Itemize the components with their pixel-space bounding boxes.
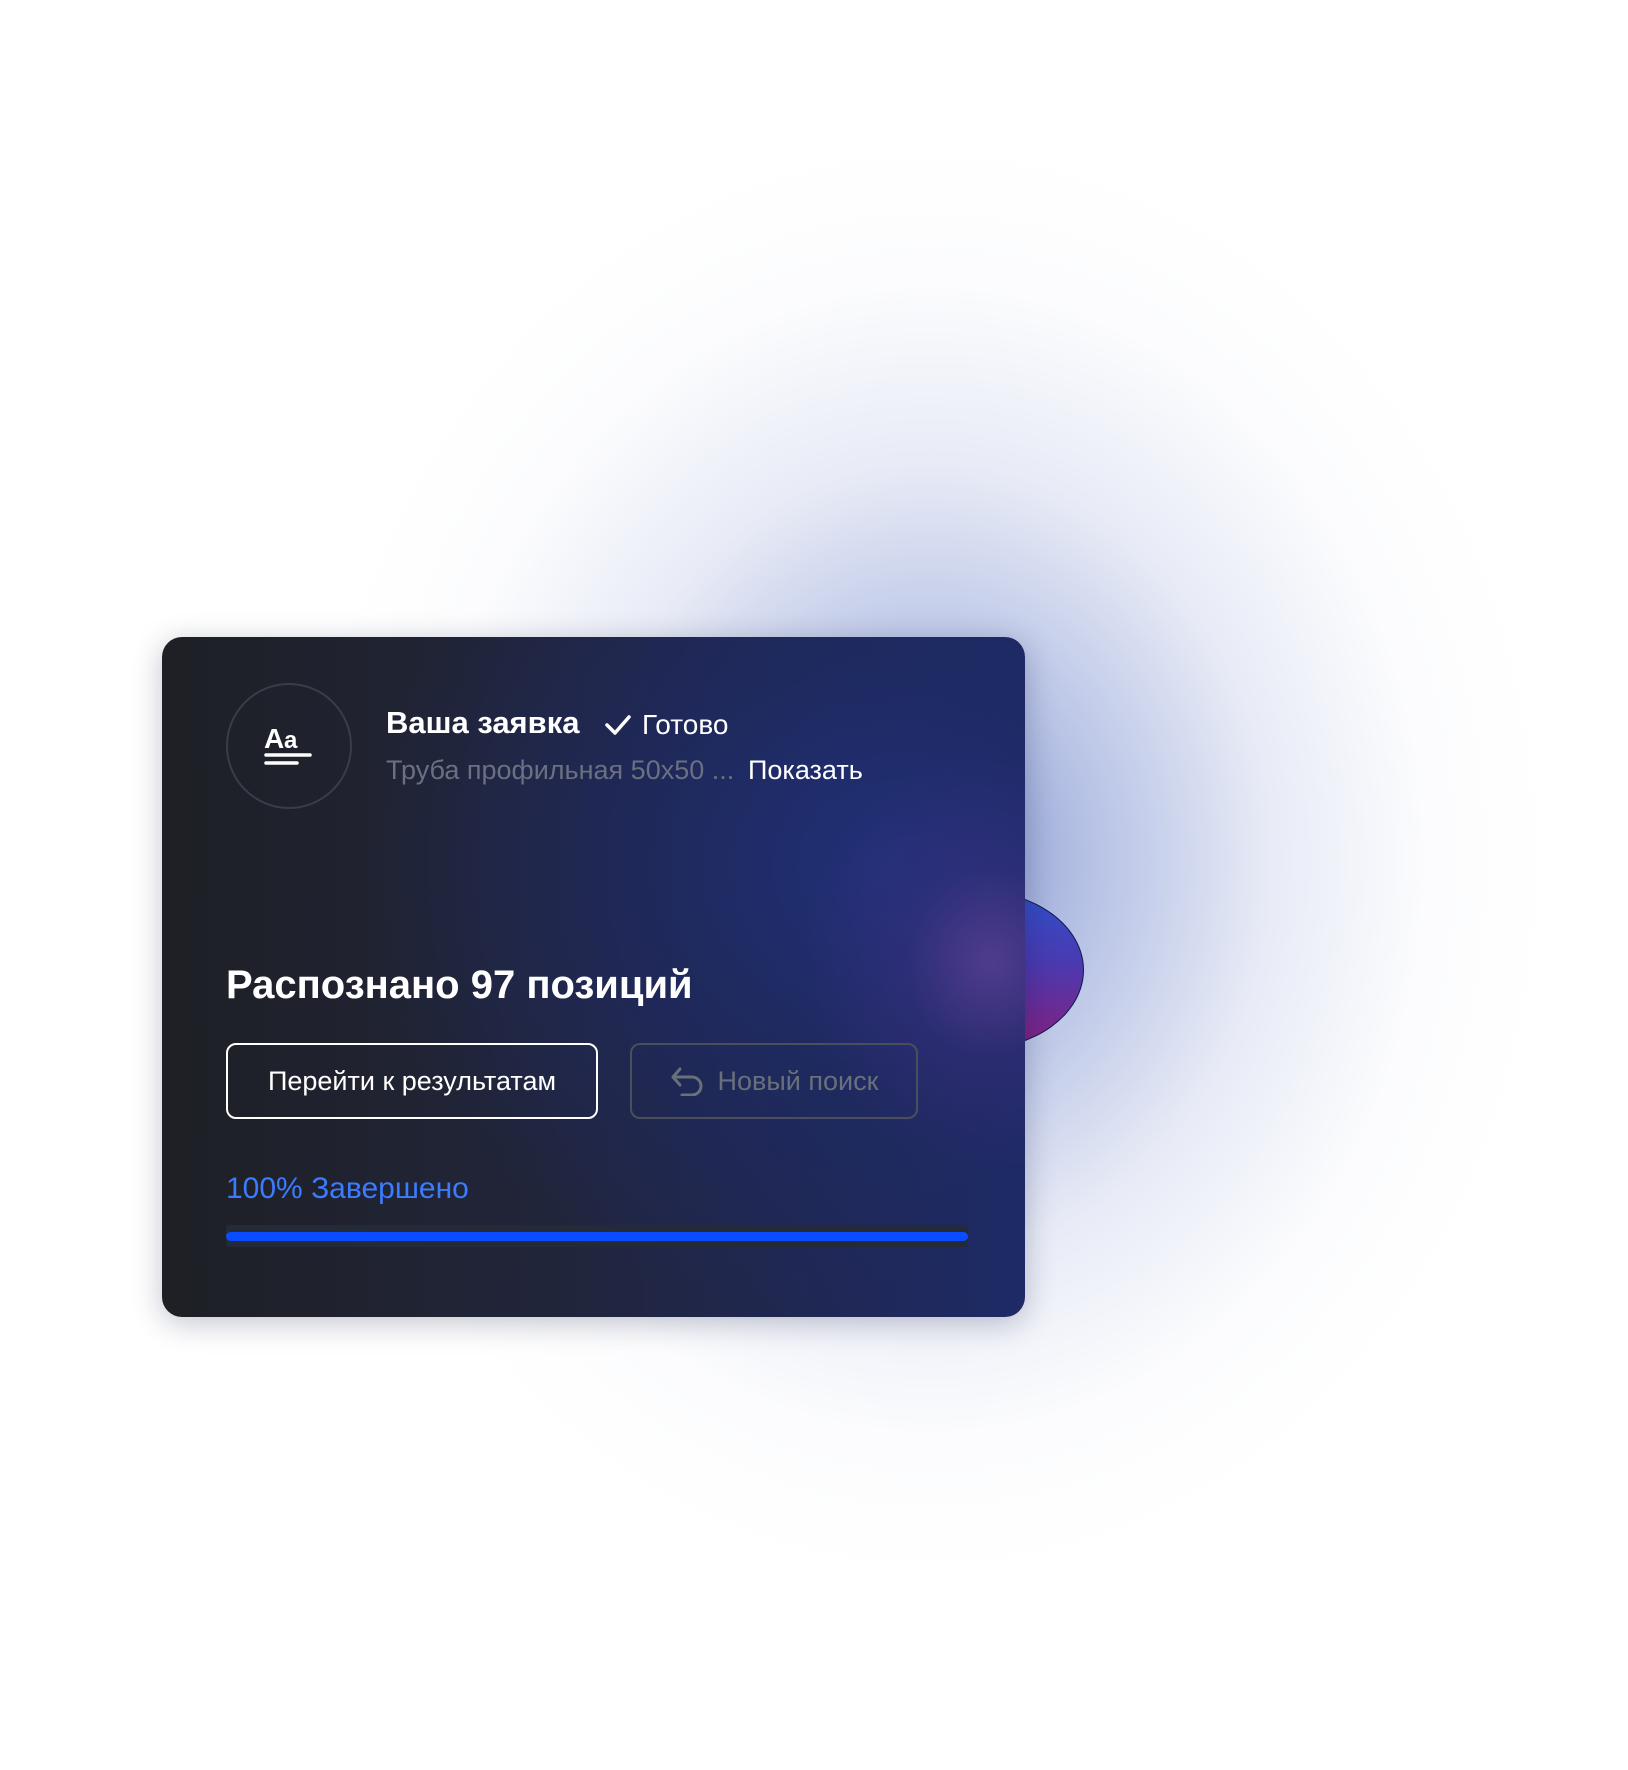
svg-text:A: A xyxy=(264,723,284,754)
request-title: Ваша заявка xyxy=(386,705,580,740)
new-search-label: Новый поиск xyxy=(717,1065,879,1096)
recognized-count: Распознано 97 позиций xyxy=(226,963,693,1007)
progress-fill xyxy=(226,1232,968,1241)
go-to-results-label: Перейти к результатам xyxy=(267,1065,557,1096)
progress-label: 100% Завершено xyxy=(226,1172,469,1205)
status-text: Готово xyxy=(642,709,729,740)
avatar: A a xyxy=(226,683,352,809)
show-link[interactable]: Показать xyxy=(748,753,863,787)
check-icon xyxy=(604,711,632,739)
go-to-results-button[interactable]: Перейти к результатам xyxy=(226,1043,598,1119)
request-description: Труба профильная 50x50 ... xyxy=(386,755,735,785)
new-search-button[interactable]: Новый поиск xyxy=(630,1043,918,1119)
progress-bar xyxy=(226,1225,968,1247)
svg-text:a: a xyxy=(284,727,298,754)
undo-icon xyxy=(670,1066,704,1096)
request-card: A a Ваша заявка Готово Труба профильная … xyxy=(162,637,1025,1317)
text-format-icon: A a xyxy=(263,718,315,775)
status-badge: Готово xyxy=(604,707,728,743)
